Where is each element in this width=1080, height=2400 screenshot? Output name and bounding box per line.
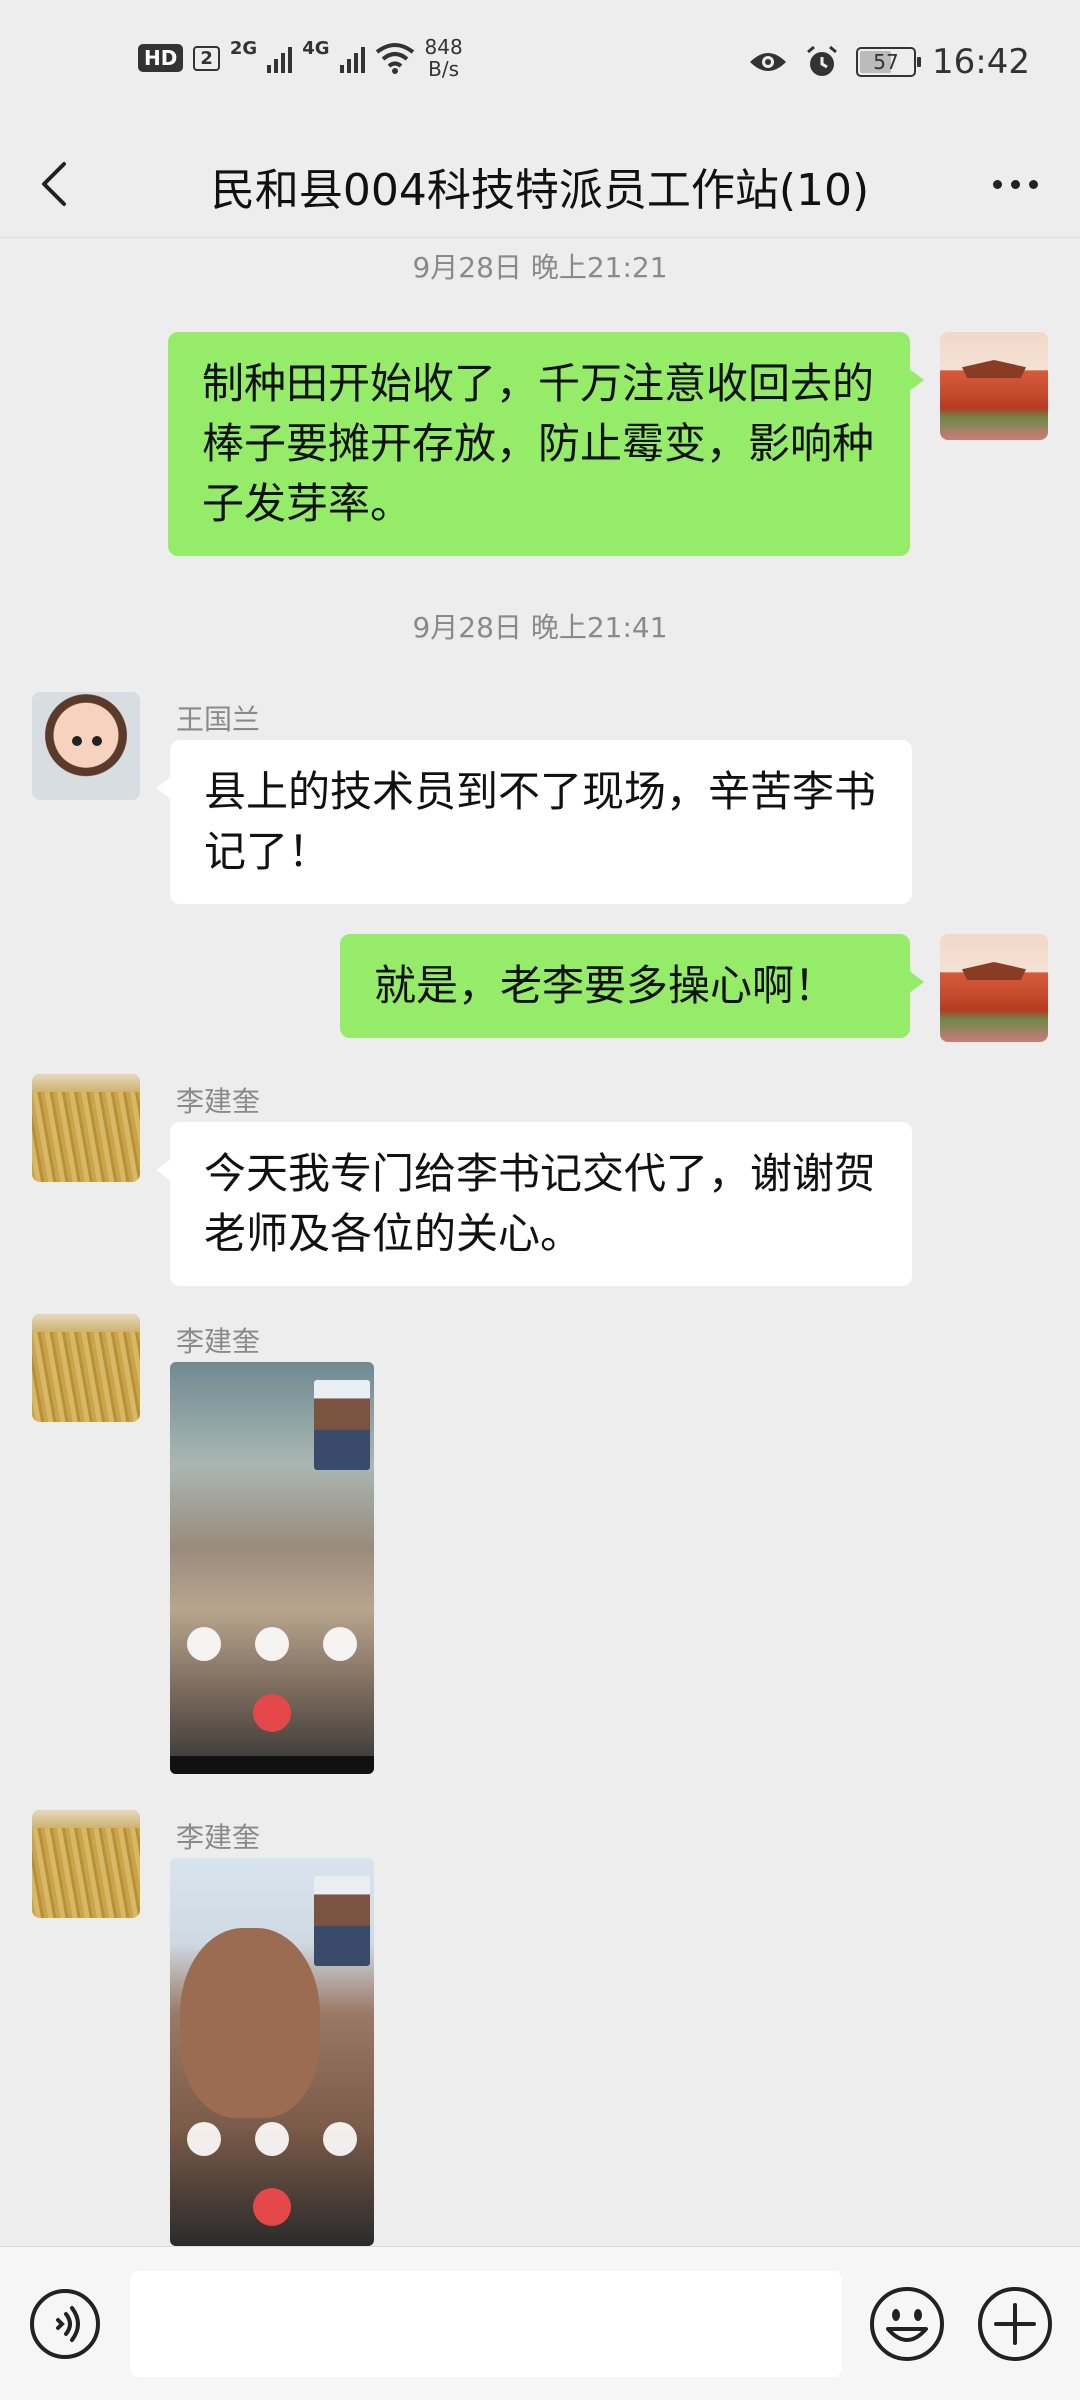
input-bar [0, 2246, 1080, 2400]
plus-icon[interactable] [976, 2285, 1054, 2363]
signal-icon [267, 43, 293, 73]
more-dots-icon[interactable] [980, 156, 1050, 212]
sender-avatar[interactable] [32, 1314, 140, 1422]
my-avatar[interactable] [940, 332, 1048, 440]
chat-header: 民和县004科技特派员工作站(10) [0, 130, 1080, 238]
mic-icon [187, 2122, 221, 2156]
sim-badge: 2 [193, 45, 220, 71]
status-right: 57 16:42 [748, 42, 1030, 82]
hangup-icon [253, 2188, 291, 2226]
camera-icon [323, 2122, 357, 2156]
status-bar: HD 2 2G 4G 848 B/s 57 16:42 [0, 0, 1080, 130]
battery-level: 57 [873, 50, 899, 74]
image-message[interactable] [170, 1858, 374, 2246]
wifi-icon [375, 43, 414, 74]
call-controls [170, 2122, 374, 2156]
timestamp: 9月28日 晚上21:21 [412, 251, 668, 284]
signal-icon [339, 43, 365, 73]
sender-avatar[interactable] [32, 1074, 140, 1182]
sender-avatar[interactable] [32, 692, 140, 800]
sender-avatar[interactable] [32, 1810, 140, 1918]
camera-icon [323, 1627, 357, 1661]
hangup-icon [253, 1694, 291, 1732]
alarm-icon [807, 45, 837, 76]
mic-icon [187, 1627, 221, 1661]
image-message[interactable] [170, 1362, 374, 1774]
speaker-icon [255, 2122, 289, 2156]
video-pip-thumbnail [314, 1380, 370, 1470]
sender-name: 李建奎 [176, 1085, 261, 1118]
timestamp: 9月28日 晚上21:41 [412, 611, 668, 644]
message-bubble-other[interactable]: 今天我专门给李书记交代了，谢谢贺老师及各位的关心。 [156, 1122, 912, 1286]
message-bubble-mine[interactable]: 就是，老李要多操心啊！ [340, 934, 924, 1038]
sender-name: 李建奎 [176, 1821, 261, 1854]
sender-name: 李建奎 [176, 1325, 261, 1358]
chat-title: 民和县004科技特派员工作站(10) [210, 165, 870, 216]
video-pip-thumbnail [314, 1876, 370, 1966]
hd-badge: HD [138, 44, 184, 72]
caller-face [180, 1928, 320, 2118]
network-speed: 848 B/s [425, 36, 463, 80]
message-bubble-mine[interactable]: 制种田开始收了，千万注意收回去的棒子要摊开存放，防止霉变，影响种子发芽率。 [168, 332, 924, 556]
sender-name: 王国兰 [176, 703, 261, 736]
message-bubble-other[interactable]: 县上的技术员到不了现场，辛苦李书记了！ [156, 740, 912, 904]
emoji-icon[interactable] [868, 2285, 946, 2363]
speed-unit: B/s [428, 57, 460, 81]
chevron-left-icon[interactable] [30, 156, 80, 212]
nav-bar [170, 1756, 374, 1774]
network-type-2: 4G [302, 37, 330, 59]
status-time: 16:42 [932, 42, 1030, 82]
status-left: HD 2 2G 4G 848 B/s [138, 36, 463, 80]
eye-icon [750, 53, 787, 71]
voice-input-icon[interactable] [28, 2287, 102, 2361]
speed-value: 848 [424, 35, 463, 59]
my-avatar[interactable] [940, 934, 1048, 1042]
battery-icon: 57 [856, 47, 922, 77]
network-type-1: 2G [229, 37, 258, 59]
speaker-icon [255, 1627, 289, 1661]
message-input[interactable] [130, 2271, 842, 2377]
call-controls [170, 1627, 374, 1661]
